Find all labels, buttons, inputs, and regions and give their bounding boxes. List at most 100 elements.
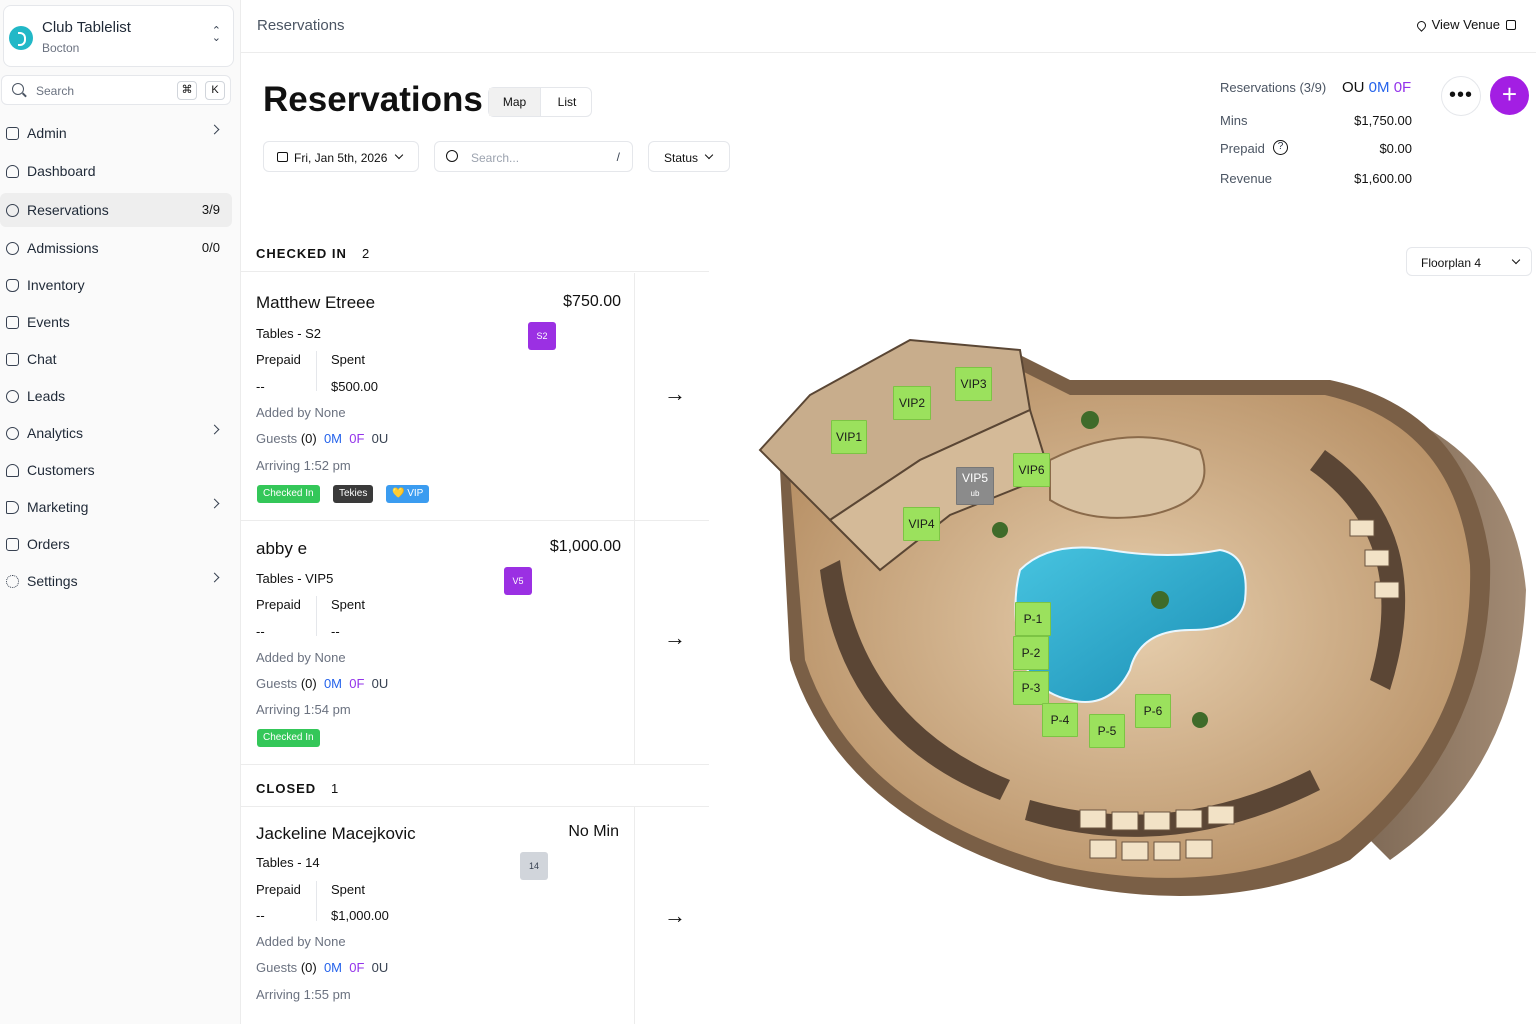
sidebar-item-inventory[interactable]: Inventory xyxy=(0,268,232,302)
mins-label: Mins xyxy=(1220,113,1248,128)
sidebar-item-events[interactable]: Events xyxy=(0,305,232,339)
guests-ou: 0U xyxy=(371,676,389,691)
arrow-right-icon[interactable]: → xyxy=(664,381,686,407)
org-switcher[interactable]: Club Tablelist Bocton ⌃ ⌄ xyxy=(3,5,234,67)
reservation-card[interactable]: Matthew Etreee $750.00 Tables - S2 S2 Pr… xyxy=(241,273,709,521)
stat-ou: OU xyxy=(1342,79,1365,96)
map-table-p6[interactable]: P-6 xyxy=(1135,694,1171,728)
floorplan-select[interactable]: Floorplan 4 xyxy=(1406,247,1532,276)
added-by: Added by None xyxy=(256,934,346,949)
search-icon xyxy=(446,150,458,162)
added-by: Added by None xyxy=(256,405,346,420)
org-name: Club Tablelist xyxy=(42,19,131,36)
map-table-vip6[interactable]: VIP6 xyxy=(1013,453,1050,487)
analytics-icon xyxy=(6,427,19,440)
floorplan-value: Floorplan 4 xyxy=(1421,256,1482,270)
table-chip: S2 xyxy=(528,322,556,350)
sidebar-search-placeholder: Search xyxy=(36,84,75,98)
checked-in-tag: Checked In xyxy=(257,729,320,747)
customers-icon xyxy=(6,464,19,477)
map-table-vip5-label: VIP5 xyxy=(961,471,988,485)
sidebar-item-settings[interactable]: Settings xyxy=(0,564,232,598)
map-table-p2[interactable]: P-2 xyxy=(1013,636,1049,670)
map-table-p5[interactable]: P-5 xyxy=(1089,714,1125,748)
revenue-value: $1,600.00 xyxy=(1354,171,1412,186)
spent-value: -- xyxy=(331,624,340,639)
map-pin-icon xyxy=(1414,19,1428,32)
map-table-vip5[interactable]: VIP5 ub xyxy=(956,467,994,505)
calendar-icon xyxy=(6,316,19,329)
sidebar-item-label: Reservations xyxy=(27,202,109,218)
sidebar-item-leads[interactable]: Leads xyxy=(0,379,232,413)
reservation-card[interactable]: abby e $1,000.00 Tables - VIP5 V5 Prepai… xyxy=(241,521,709,765)
map-table-p3[interactable]: P-3 xyxy=(1013,671,1049,705)
sidebar-item-label: Leads xyxy=(27,388,66,404)
map-table-p4[interactable]: P-4 xyxy=(1042,703,1078,737)
sidebar-item-analytics[interactable]: Analytics xyxy=(0,416,232,450)
add-reservation-button[interactable]: + xyxy=(1490,76,1529,115)
gear-icon xyxy=(6,575,19,588)
reservation-amount: $750.00 xyxy=(563,293,621,310)
arrow-right-icon[interactable]: → xyxy=(664,625,686,651)
cmd-key: ⌘ xyxy=(177,81,197,100)
spent-label: Spent xyxy=(331,597,365,612)
reservation-card[interactable]: Jackeline Macejkovic No Min Tables - 14 … xyxy=(241,807,709,1024)
sidebar-item-label: Analytics xyxy=(27,425,84,441)
map-table-vip1[interactable]: VIP1 xyxy=(831,420,867,454)
guests-label: Guests xyxy=(256,431,298,446)
sidebar-item-admissions[interactable]: Admissions 0/0 xyxy=(0,231,232,265)
prepaid-value: -- xyxy=(256,908,265,923)
map-view-tab[interactable]: Map xyxy=(489,88,541,116)
sidebar-item-label: Admissions xyxy=(27,240,99,256)
status-filter[interactable]: Status xyxy=(648,141,730,172)
map-table-vip3[interactable]: VIP3 xyxy=(955,367,992,401)
chat-icon xyxy=(6,353,19,366)
sidebar-item-customers[interactable]: Customers xyxy=(0,453,232,487)
map-table-p1[interactable]: P-1 xyxy=(1015,602,1051,636)
reservation-search-input[interactable]: Search... / xyxy=(434,141,633,172)
guest-breakdown: OU 0M 0F xyxy=(1342,79,1411,96)
guests-label: Guests xyxy=(256,960,298,975)
calendar-icon xyxy=(277,152,288,162)
chevron-right-icon xyxy=(209,424,220,435)
guests-count: (0) xyxy=(300,676,317,691)
venue-illustration xyxy=(758,338,1526,896)
sidebar-item-orders[interactable]: Orders xyxy=(0,527,232,561)
sidebar-item-label: Admin xyxy=(27,125,67,141)
prepaid-value: -- xyxy=(256,624,265,639)
sidebar-item-marketing[interactable]: Marketing xyxy=(0,490,232,524)
dashboard-icon xyxy=(6,165,19,178)
guests-ou: 0U xyxy=(371,431,389,446)
prepaid-value: $0.00 xyxy=(1379,141,1412,156)
sidebar-item-label: Orders xyxy=(27,536,70,552)
section-count: 1 xyxy=(331,781,339,796)
admissions-icon xyxy=(6,242,19,255)
prepaid-label: Prepaid xyxy=(256,352,301,367)
spent-value: $500.00 xyxy=(331,379,378,394)
tekies-tag: Tekies xyxy=(333,485,374,503)
section-count: 2 xyxy=(362,246,370,261)
sidebar-item-label: Inventory xyxy=(27,277,85,293)
guests-of: 0F xyxy=(349,960,365,975)
date-picker[interactable]: Fri, Jan 5th, 2026 xyxy=(263,141,419,172)
list-view-tab[interactable]: List xyxy=(541,88,593,116)
section-title: CLOSED xyxy=(256,781,317,796)
sidebar-search[interactable]: Search ⌘ K xyxy=(1,75,231,105)
sidebar-item-admin[interactable]: Admin xyxy=(0,116,232,150)
sidebar-item-label: Events xyxy=(27,314,70,330)
chevron-right-icon xyxy=(209,124,220,135)
sidebar-item-dashboard[interactable]: Dashboard xyxy=(0,154,232,188)
map-table-vip2[interactable]: VIP2 xyxy=(893,386,931,420)
more-options-button[interactable]: ••• xyxy=(1441,76,1481,116)
view-venue-link[interactable]: View Venue xyxy=(1414,17,1516,32)
sidebar-item-chat[interactable]: Chat xyxy=(0,342,232,376)
added-by: Added by None xyxy=(256,650,346,665)
arrow-right-icon[interactable]: → xyxy=(664,903,686,929)
breadcrumb: Reservations xyxy=(257,17,345,34)
table-chip: V5 xyxy=(504,567,532,595)
help-icon[interactable]: ? xyxy=(1273,140,1288,155)
chevron-right-icon xyxy=(209,498,220,509)
sidebar-item-reservations[interactable]: Reservations 3/9 xyxy=(0,193,232,227)
map-table-vip4[interactable]: VIP4 xyxy=(903,507,940,541)
guests-label: Guests xyxy=(256,676,298,691)
